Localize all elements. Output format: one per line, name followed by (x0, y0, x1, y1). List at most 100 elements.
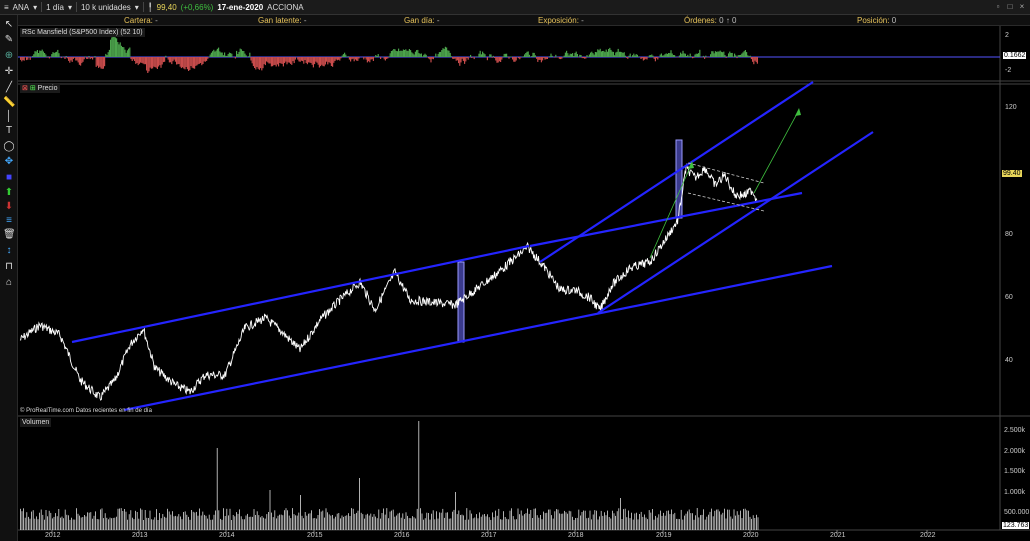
volume-bar (100, 509, 101, 530)
rsc-bar (165, 55, 167, 57)
rsc-bar (332, 57, 334, 67)
rsc-bar (82, 57, 84, 62)
rsc-bar (129, 47, 131, 57)
volume-bar (496, 515, 498, 530)
rsc-bar (596, 52, 598, 57)
rsc-bar (230, 53, 232, 57)
rsc-bar (579, 54, 581, 57)
rsc-bar (273, 57, 275, 66)
rsc-bar (480, 54, 482, 57)
volume-bar (320, 511, 322, 530)
rsc-bar (447, 50, 449, 57)
chart-canvas[interactable] (0, 0, 1030, 541)
rsc-bar (732, 56, 734, 57)
volume-panel-label[interactable]: Volumen (20, 418, 52, 427)
rsc-bar (648, 55, 650, 57)
rsc-bar (284, 57, 286, 64)
steep-channel-upper[interactable] (539, 81, 814, 263)
volume-bar (303, 518, 304, 530)
year-label: 2020 (743, 532, 759, 539)
volume-bar (434, 519, 436, 530)
volume-bar (482, 514, 484, 530)
add-icon[interactable]: ⊞ (30, 85, 36, 92)
rsc-bar (500, 57, 502, 62)
rsc-bar (628, 55, 630, 57)
volume-bar (130, 510, 132, 530)
volume-bar (384, 514, 386, 530)
rsc-bar (670, 50, 672, 57)
rsc-bar (248, 56, 250, 57)
volume-bar (512, 516, 514, 530)
rsc-bar (65, 56, 67, 57)
rsc-bar (292, 57, 294, 62)
volume-bar (415, 518, 416, 530)
volume-bar (149, 510, 151, 530)
volume-bar (488, 517, 490, 530)
rsc-bar (518, 57, 520, 59)
volume-bar (560, 513, 562, 530)
rsc-panel-label[interactable]: RSc Mansfield (S&P500 Index) (52 10) (20, 28, 145, 37)
volume-bar (292, 508, 293, 530)
volume-bar (421, 513, 423, 530)
projection-line[interactable] (649, 162, 693, 259)
rsc-bar (550, 53, 552, 57)
volume-bar (736, 511, 738, 530)
volume-bar (338, 513, 340, 530)
rsc-bar (141, 57, 143, 63)
rsc-bar (555, 54, 557, 57)
rsc-bar (72, 57, 74, 59)
rsc-bar (755, 57, 757, 63)
volume-bar (39, 512, 40, 530)
price-panel-label[interactable]: ⊠ ⊞ Precio (20, 84, 60, 93)
volume-bar (194, 512, 196, 530)
rsc-bar (120, 45, 122, 57)
rsc-bar (192, 57, 194, 69)
rsc-bar (443, 48, 445, 57)
rsc-bar (526, 51, 528, 57)
volume-bar (564, 510, 565, 530)
rsc-bar (684, 53, 686, 57)
volume-bar (76, 508, 77, 530)
volume-bar (351, 508, 352, 530)
rsc-bar (95, 57, 97, 67)
volume-bar (72, 519, 74, 530)
rsc-bar (581, 57, 583, 59)
rsc-bar (56, 51, 58, 57)
rsc-bar (683, 53, 685, 57)
rsc-bar (364, 57, 366, 58)
volume-bar (274, 510, 276, 530)
close-icon[interactable]: ⊠ (22, 85, 28, 92)
rsc-bar (650, 55, 652, 57)
rsc-bar (191, 57, 193, 68)
volume-bar (24, 517, 26, 530)
rsc-bar (492, 55, 494, 57)
rsc-bar (279, 57, 281, 63)
rsc-bar (81, 57, 83, 64)
rsc-bar (38, 53, 40, 57)
volume-bar (239, 509, 240, 530)
rsc-bar (200, 57, 202, 64)
volume-bar (648, 510, 650, 530)
rsc-bar (560, 57, 562, 60)
price-tick: 40 (1005, 357, 1013, 364)
rsc-bar (244, 53, 246, 57)
volume-bar (679, 519, 680, 530)
year-label: 2015 (307, 532, 323, 539)
rsc-bar (396, 51, 398, 57)
rsc-bar (702, 55, 704, 57)
rsc-bar (706, 57, 708, 58)
volume-bar (314, 518, 316, 530)
rsc-bar (280, 57, 282, 64)
volume-bar (154, 517, 156, 530)
rsc-bar (224, 52, 226, 57)
rsc-bar (450, 56, 452, 57)
volume-bar (562, 513, 564, 530)
volume-bar (570, 511, 572, 530)
volume-bar (588, 517, 589, 530)
rsc-bar (482, 51, 484, 57)
volume-bar (88, 512, 90, 530)
volume-bar (744, 508, 746, 530)
volume-bar (426, 512, 428, 530)
rsc-bar (293, 57, 295, 64)
target-projection-line[interactable] (753, 109, 800, 194)
